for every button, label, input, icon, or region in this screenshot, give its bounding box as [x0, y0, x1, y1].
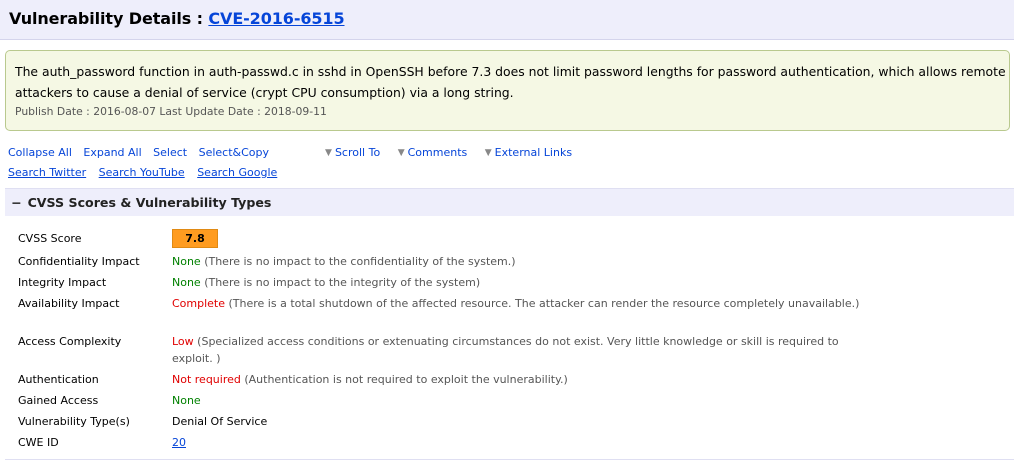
section-title-text: CVSS Scores & Vulnerability Types [27, 195, 272, 210]
confidentiality-value-cell: None (There is no impact to the confiden… [172, 253, 862, 270]
confidentiality-note: (There is no impact to the confidentiali… [200, 255, 516, 268]
authentication-value: Not required [172, 373, 241, 386]
select-copy-link[interactable]: Select&Copy [199, 146, 269, 159]
search-google-link[interactable]: Search Google [197, 166, 277, 179]
access-complexity-note: (Specialized access conditions or extenu… [172, 335, 839, 365]
page-title-prefix: Vulnerability Details : [9, 9, 209, 28]
summary-description-line-1: The auth_password function in auth-passw… [15, 64, 1006, 79]
access-complexity-label: Access Complexity [18, 335, 122, 348]
cvss-section-header[interactable]: − CVSS Scores & Vulnerability Types [5, 188, 1014, 216]
integrity-value-cell: None (There is no impact to the integrit… [172, 274, 862, 291]
gained-access-value: None [172, 394, 201, 407]
external-links-label: External Links [494, 146, 573, 159]
chevron-down-icon: ▼ [484, 148, 492, 158]
comments-dropdown[interactable]: ▼ Comments [398, 146, 468, 159]
toolbar-search: Search Twitter Search YouTube Search Goo… [8, 166, 286, 179]
availability-value-cell: Complete (There is a total shutdown of t… [172, 295, 862, 312]
section-bottom-rule [5, 459, 1014, 460]
confidentiality-label: Confidentiality Impact [18, 255, 140, 268]
access-complexity-value: Low [172, 335, 194, 348]
select-link[interactable]: Select [153, 146, 187, 159]
scroll-to-label: Scroll To [334, 146, 381, 159]
gained-access-label: Gained Access [18, 394, 99, 407]
authentication-note: (Authentication is not required to explo… [240, 373, 568, 386]
cwe-id-link[interactable]: 20 [172, 436, 186, 449]
access-complexity-value-cell: Low (Specialized access conditions or ex… [172, 333, 862, 367]
gained-access-value-cell: None [172, 392, 862, 409]
vulnerability-types-value: Denial Of Service [172, 415, 268, 428]
summary-description-line-2: attackers to cause a denial of service (… [15, 85, 514, 100]
section-title: − CVSS Scores & Vulnerability Types [11, 195, 271, 210]
summary-description: The auth_password function in auth-passw… [15, 61, 1006, 103]
authentication-value-cell: Not required (Authentication is not requ… [172, 371, 862, 388]
availability-label: Availability Impact [18, 297, 120, 310]
integrity-value: None [172, 276, 201, 289]
integrity-note: (There is no impact to the integrity of … [200, 276, 481, 289]
search-twitter-link[interactable]: Search Twitter [8, 166, 86, 179]
toolbar-actions: Collapse All Expand All Select Select&Co… [8, 146, 586, 159]
scroll-to-dropdown[interactable]: ▼ Scroll To [325, 146, 380, 159]
cwe-id-label: CWE ID [18, 436, 59, 449]
page-title: Vulnerability Details : CVE-2016-6515 [9, 9, 345, 28]
confidentiality-value: None [172, 255, 201, 268]
chevron-down-icon: ▼ [397, 148, 405, 158]
vulnerability-summary: The auth_password function in auth-passw… [5, 50, 1010, 131]
availability-note: (There is a total shutdown of the affect… [225, 297, 860, 310]
comments-label: Comments [407, 146, 468, 159]
cvss-score-label: CVSS Score [18, 232, 82, 245]
authentication-label: Authentication [18, 373, 99, 386]
cvss-score-badge: 7.8 [172, 229, 218, 248]
collapse-icon[interactable]: − [11, 195, 22, 210]
cve-id-link[interactable]: CVE-2016-6515 [208, 9, 344, 28]
expand-all-link[interactable]: Expand All [83, 146, 141, 159]
external-links-dropdown[interactable]: ▼ External Links [485, 146, 572, 159]
cvss-score-value-cell: 7.8 [172, 229, 862, 248]
collapse-all-link[interactable]: Collapse All [8, 146, 72, 159]
chevron-down-icon: ▼ [325, 148, 332, 158]
publish-update-dates: Publish Date : 2016-08-07 Last Update Da… [15, 105, 327, 118]
availability-value: Complete [172, 297, 226, 310]
search-youtube-link[interactable]: Search YouTube [99, 166, 185, 179]
title-bar: Vulnerability Details : CVE-2016-6515 [0, 0, 1014, 40]
vulnerability-types-label: Vulnerability Type(s) [18, 415, 130, 428]
cwe-id-value-cell: 20 [172, 434, 862, 451]
integrity-label: Integrity Impact [18, 276, 107, 289]
